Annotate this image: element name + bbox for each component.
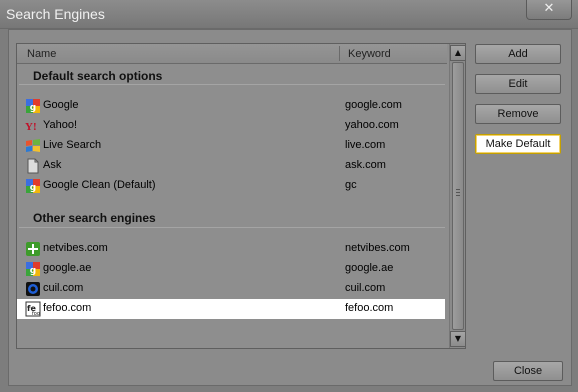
grip-line bbox=[456, 195, 460, 196]
window-close-button[interactable]: ✕ bbox=[526, 0, 572, 20]
engine-keyword: netvibes.com bbox=[345, 242, 410, 254]
engine-name: cuil.com bbox=[43, 282, 84, 294]
google-icon: g bbox=[26, 99, 40, 113]
list-item[interactable]: cuil.com cuil.com bbox=[17, 279, 445, 299]
list-item[interactable]: Live Search live.com bbox=[17, 136, 445, 156]
engine-name: netvibes.com bbox=[43, 242, 108, 254]
column-header-keyword[interactable]: Keyword bbox=[348, 48, 391, 60]
engine-keyword: google.com bbox=[345, 99, 402, 111]
list-header: Name Keyword bbox=[17, 44, 447, 64]
google-icon: g bbox=[26, 262, 40, 276]
document-icon bbox=[27, 158, 39, 174]
engine-keyword: fefoo.com bbox=[345, 302, 394, 314]
scroll-down-button[interactable]: ▼ bbox=[450, 331, 465, 347]
make-default-button[interactable]: Make Default bbox=[475, 134, 561, 154]
engine-name: Google Clean (Default) bbox=[43, 179, 156, 191]
engine-keyword: ask.com bbox=[345, 159, 386, 171]
close-button[interactable]: Close bbox=[493, 361, 563, 381]
edit-button[interactable]: Edit bbox=[475, 74, 561, 94]
engine-keyword: live.com bbox=[345, 139, 386, 151]
engine-keyword: cuil.com bbox=[345, 282, 386, 294]
list-scrollbar[interactable]: ▲ ▼ bbox=[449, 44, 465, 348]
list-item[interactable]: g Google google.com bbox=[17, 96, 445, 116]
engine-name: fefoo.com bbox=[43, 302, 92, 314]
group-divider bbox=[19, 227, 445, 228]
svg-text:g: g bbox=[30, 103, 36, 113]
engine-name: google.ae bbox=[43, 262, 92, 274]
column-header-name[interactable]: Name bbox=[27, 48, 56, 60]
window-title: Search Engines bbox=[6, 6, 105, 22]
engine-keyword: yahoo.com bbox=[345, 119, 399, 131]
grip-line bbox=[456, 192, 460, 193]
column-divider[interactable] bbox=[339, 46, 340, 61]
list-item[interactable]: Ask ask.com bbox=[17, 156, 445, 176]
svg-text:g: g bbox=[30, 183, 36, 193]
list-item[interactable]: g Google Clean (Default) gc bbox=[17, 176, 445, 196]
svg-text:foo: foo bbox=[32, 311, 40, 317]
fefoo-icon: fefoo bbox=[25, 301, 41, 317]
scroll-thumb[interactable] bbox=[452, 62, 464, 330]
remove-button[interactable]: Remove bbox=[475, 104, 561, 124]
grip-line bbox=[456, 189, 460, 190]
yahoo-icon: Y! bbox=[25, 121, 37, 133]
windows-icon bbox=[26, 139, 40, 152]
add-button[interactable]: Add bbox=[475, 44, 561, 64]
search-engine-list[interactable]: Name Keyword Default search options g Go… bbox=[16, 43, 466, 349]
engine-name: Ask bbox=[43, 159, 62, 171]
cuil-icon bbox=[26, 282, 40, 296]
list-item-selected[interactable]: fe foo fefoo.com fefoo.com bbox=[17, 299, 445, 319]
engine-name: Google bbox=[43, 99, 79, 111]
group-label-other: Other search engines bbox=[33, 211, 156, 225]
group-label-default: Default search options bbox=[33, 69, 163, 83]
svg-text:g: g bbox=[30, 266, 36, 276]
close-icon: ✕ bbox=[543, 1, 555, 16]
netvibes-icon bbox=[26, 242, 40, 256]
list-item[interactable]: netvibes.com netvibes.com bbox=[17, 239, 445, 259]
engine-name: Yahoo! bbox=[43, 119, 78, 131]
list-item[interactable]: Y! Yahoo! yahoo.com bbox=[17, 116, 445, 136]
svg-text:Y!: Y! bbox=[25, 121, 37, 133]
group-divider bbox=[19, 84, 445, 85]
title-bar: Search Engines ✕ bbox=[0, 0, 578, 29]
chevron-up-icon: ▲ bbox=[454, 48, 462, 57]
scroll-up-button[interactable]: ▲ bbox=[450, 45, 465, 61]
engine-keyword: gc bbox=[345, 179, 357, 191]
google-icon: g bbox=[26, 179, 40, 193]
list-item[interactable]: g google.ae google.ae bbox=[17, 259, 445, 279]
engine-keyword: google.ae bbox=[345, 262, 394, 274]
engine-name: Live Search bbox=[43, 139, 102, 151]
chevron-down-icon: ▼ bbox=[454, 334, 462, 343]
